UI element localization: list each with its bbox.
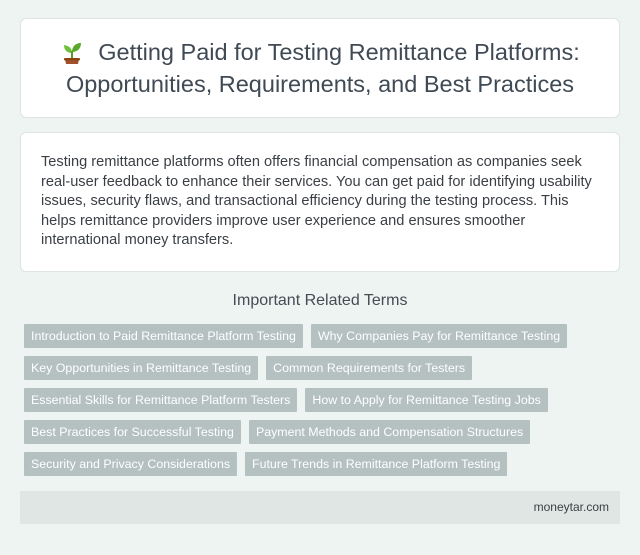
term-tag[interactable]: Essential Skills for Remittance Platform… [24, 388, 298, 412]
page-title-text: Getting Paid for Testing Remittance Plat… [65, 39, 580, 97]
term-tag[interactable]: Introduction to Paid Remittance Platform… [24, 324, 303, 348]
related-terms-heading: Important Related Terms [232, 292, 408, 309]
seedling-icon [64, 43, 82, 64]
term-tag[interactable]: How to Apply for Remittance Testing Jobs [305, 388, 548, 412]
term-tag[interactable]: Future Trends in Remittance Platform Tes… [245, 452, 508, 476]
intro-card: Testing remittance platforms often offer… [20, 132, 620, 272]
title-card: Getting Paid for Testing Remittance Plat… [20, 18, 620, 118]
page-title: Getting Paid for Testing Remittance Plat… [21, 36, 619, 100]
term-tag[interactable]: Best Practices for Successful Testing [24, 420, 241, 444]
term-tag[interactable]: Why Companies Pay for Remittance Testing [310, 324, 568, 348]
term-tag[interactable]: Common Requirements for Testers [266, 356, 473, 380]
intro-text: Testing remittance platforms often offer… [41, 154, 592, 248]
footer: moneytar.com [20, 491, 620, 524]
term-tag[interactable]: Security and Privacy Considerations [24, 452, 238, 476]
term-tag[interactable]: Payment Methods and Compensation Structu… [248, 420, 531, 444]
footer-site-link[interactable]: moneytar.com [534, 500, 609, 514]
related-terms-list: Introduction to Paid Remittance Platform… [24, 324, 620, 476]
term-tag[interactable]: Key Opportunities in Remittance Testing [24, 356, 259, 380]
